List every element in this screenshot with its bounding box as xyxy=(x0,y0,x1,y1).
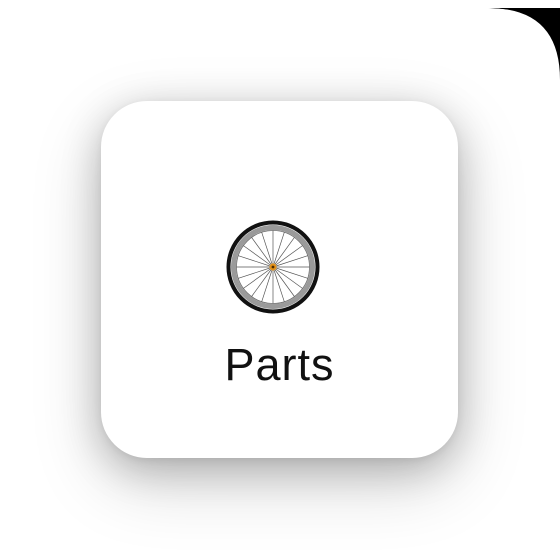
bicycle-wheel-icon xyxy=(226,220,320,314)
tile-label: Parts xyxy=(224,339,335,390)
